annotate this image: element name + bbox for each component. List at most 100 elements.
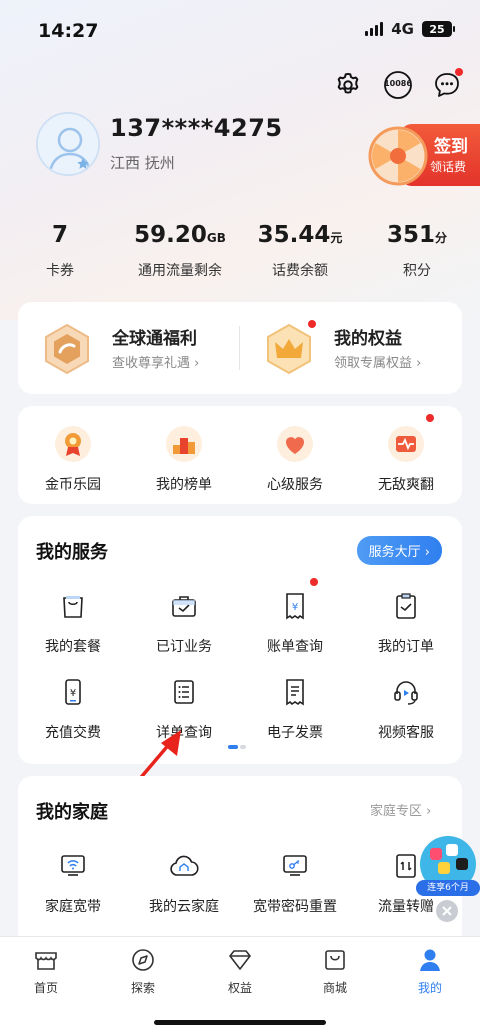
activity-label: 我的榜单 — [156, 477, 212, 493]
crown-icon — [262, 322, 316, 380]
activity-label: 金币乐园 — [45, 477, 101, 493]
activity-heart-service[interactable]: 心级服务 — [245, 424, 345, 494]
activity-coin-park[interactable]: 金币乐园 — [23, 424, 123, 494]
bill-icon: ¥ — [275, 586, 315, 626]
family-title: 我的家庭 — [36, 802, 108, 823]
rights-badge — [308, 320, 316, 328]
family-card: 我的家庭 家庭专区 › 家庭宽带 我的云家庭 宽带密码重置 流量转赠 — [18, 776, 462, 946]
service-my-orders[interactable]: 我的订单 — [356, 586, 456, 656]
service-bill-query[interactable]: ¥ 账单查询 — [245, 586, 345, 656]
family-cloud-home[interactable]: 我的云家庭 — [134, 846, 234, 916]
family-password-reset[interactable]: 宽带密码重置 — [245, 846, 345, 916]
service-number: 10086 — [384, 79, 412, 88]
activity-leaderboard[interactable]: 我的榜单 — [134, 424, 234, 494]
checkin-banner[interactable]: 签到 领话费 — [368, 124, 480, 186]
list-document-icon — [164, 672, 204, 712]
family-label: 宽带密码重置 — [253, 899, 337, 915]
svg-text:¥: ¥ — [292, 602, 298, 613]
tab-home[interactable]: 首页 — [16, 945, 76, 996]
stat-balance[interactable]: 35.44元 话费余额 — [250, 222, 350, 280]
clipboard-check-icon — [386, 586, 426, 626]
stat-label: 卡券 — [46, 263, 74, 279]
stat-label: 通用流量剩余 — [138, 263, 222, 279]
battery-level: 25 — [429, 22, 445, 36]
activities-card: 金币乐园 我的榜单 心级服务 无敌爽翻 — [18, 406, 462, 504]
family-zone-link[interactable]: 家庭专区 › — [370, 800, 431, 819]
my-rights-entry[interactable]: 我的权益 领取专属权益 › — [240, 302, 462, 394]
signal-icon — [365, 22, 384, 36]
activity-badge — [426, 414, 434, 422]
wifi-monitor-icon — [53, 846, 93, 886]
service-label: 账单查询 — [267, 639, 323, 655]
tab-label: 权益 — [227, 981, 252, 995]
tab-label: 探索 — [130, 981, 155, 995]
tab-label: 首页 — [33, 981, 58, 995]
tab-explore[interactable]: 探索 — [113, 945, 173, 996]
service-subscribed[interactable]: 已订业务 — [134, 586, 234, 656]
stat-points[interactable]: 351分 积分 — [372, 222, 462, 280]
status-indicators: 4G 25 — [365, 20, 455, 38]
diamond-icon — [210, 945, 270, 975]
stat-value: 7 — [51, 222, 68, 248]
checkin-subtitle: 领话费 — [430, 160, 467, 174]
tab-mall[interactable]: 商城 — [305, 945, 365, 996]
benefit-subtitle: 领取专属权益 › — [334, 356, 422, 371]
tab-mine[interactable]: 我的 — [400, 945, 460, 996]
invoice-icon — [275, 672, 315, 712]
page-indicator-active — [228, 745, 238, 749]
compass-icon — [113, 945, 173, 975]
home-indicator — [154, 1020, 326, 1025]
global-pass-icon — [40, 322, 94, 380]
service-label: 我的订单 — [378, 639, 434, 655]
message-badge — [455, 68, 463, 76]
prize-wheel-icon — [368, 126, 428, 186]
service-my-plan[interactable]: 我的套餐 — [23, 586, 123, 656]
benefits-card: 全球通福利 查收尊享礼遇 › 我的权益 领取专属权益 › — [18, 302, 462, 394]
stat-label: 话费余额 — [272, 263, 328, 279]
tab-label: 我的 — [417, 981, 442, 995]
promo-close-icon[interactable] — [436, 900, 458, 922]
store-icon — [16, 945, 76, 975]
phone-number: 137****4275 — [110, 114, 283, 142]
stat-unit: 元 — [330, 231, 343, 245]
tab-label: 商城 — [322, 981, 347, 995]
stat-coupons[interactable]: 7 卡券 — [20, 222, 100, 280]
benefit-title: 我的权益 — [334, 329, 402, 349]
pulse-card-icon — [386, 424, 426, 464]
avatar[interactable] — [36, 112, 100, 176]
promo-bubble[interactable]: 连享6个月 — [416, 836, 480, 896]
key-monitor-icon — [275, 846, 315, 886]
settings-gear-icon[interactable] — [331, 68, 365, 102]
family-broadband[interactable]: 家庭宽带 — [23, 846, 123, 916]
phone-payment-icon: ¥ — [53, 672, 93, 712]
service-video-support[interactable]: 视频客服 — [356, 672, 456, 742]
services-title: 我的服务 — [36, 542, 108, 563]
services-card: 我的服务 服务大厅 › 我的套餐 已订业务 ¥ 账单查询 我的订单 ¥ 充值交费… — [18, 516, 462, 764]
service-hall-button[interactable]: 服务大厅 › — [356, 536, 442, 565]
promo-label: 连享6个月 — [416, 880, 480, 896]
star-icon — [76, 156, 90, 175]
stat-unit: GB — [206, 231, 226, 245]
global-benefits-entry[interactable]: 全球通福利 查收尊享礼遇 › — [18, 302, 240, 394]
stat-label: 积分 — [403, 263, 431, 279]
tab-rights[interactable]: 权益 — [210, 945, 270, 996]
family-label: 我的云家庭 — [149, 899, 219, 915]
checkin-title: 签到 — [434, 137, 468, 157]
service-label: 已订业务 — [156, 639, 212, 655]
activity-label: 无敌爽翻 — [378, 477, 434, 493]
heart-icon — [275, 424, 315, 464]
location: 江西 抚州 — [110, 154, 175, 172]
service-e-invoice[interactable]: 电子发票 — [245, 672, 345, 742]
battery-icon: 25 — [422, 21, 455, 37]
medal-icon — [53, 424, 93, 464]
service-label: 我的套餐 — [45, 639, 101, 655]
stat-value: 59.20 — [134, 222, 207, 248]
svg-text:¥: ¥ — [70, 688, 76, 699]
service-10086-icon[interactable]: 10086 — [381, 68, 415, 102]
headset-icon — [386, 672, 426, 712]
activity-unbeatable[interactable]: 无敌爽翻 — [356, 424, 456, 494]
service-label: 视频客服 — [378, 725, 434, 741]
stat-value: 35.44 — [257, 222, 331, 248]
network-type: 4G — [391, 20, 414, 38]
stat-data-remaining[interactable]: 59.20GB 通用流量剩余 — [120, 222, 240, 280]
